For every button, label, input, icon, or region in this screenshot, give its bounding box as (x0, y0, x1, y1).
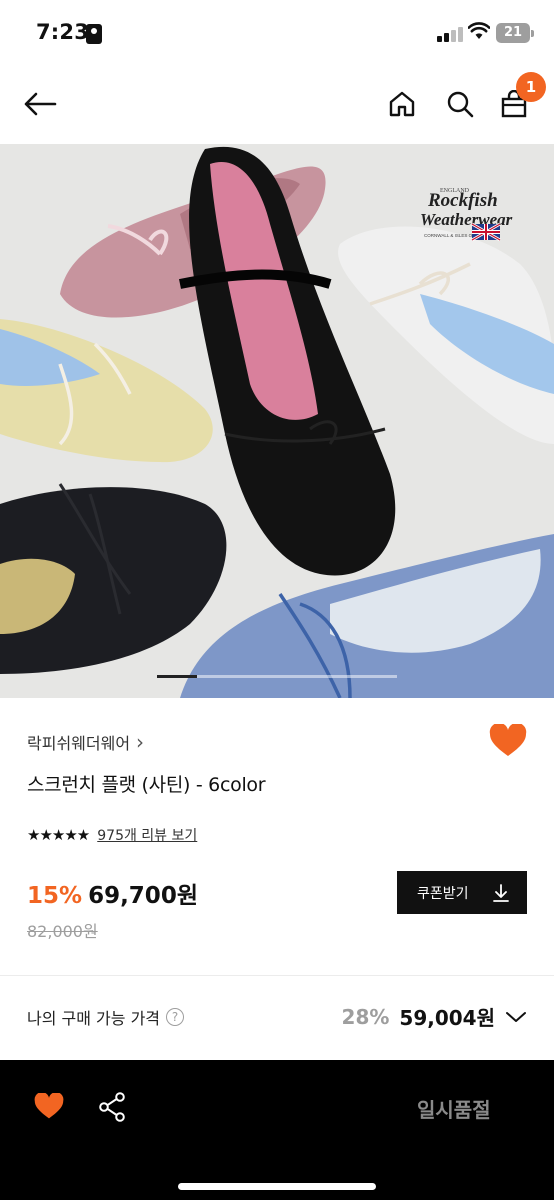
home-icon (389, 91, 415, 117)
my-discount-rate: 28% (341, 1004, 390, 1029)
share-button[interactable] (98, 1092, 126, 1126)
my-price-label: 나의 구매 가능 가격 (27, 1009, 161, 1028)
status-time: 7:23 (36, 20, 90, 44)
heart-icon (34, 1092, 64, 1119)
my-price-value: 59,004원 (399, 1006, 495, 1030)
signal-icon (437, 26, 463, 42)
battery-icon: 21 (496, 23, 534, 43)
product-photo: ENGLAND Rockfish Weatherwear CORNWALL & … (0, 144, 554, 698)
coupon-label: 쿠폰받기 (417, 885, 469, 902)
carousel-indicator (157, 675, 397, 678)
coupon-download-button[interactable]: 쿠폰받기 (397, 871, 527, 914)
top-nav: 1 (0, 64, 554, 144)
sold-out-label: 일시품절 (417, 1098, 491, 1122)
discount-rate: 15% (27, 883, 83, 909)
price-row: 15% 69,700원 (27, 876, 198, 910)
review-link[interactable]: 975개 리뷰 보기 (97, 825, 197, 845)
help-icon[interactable]: ? (166, 1008, 185, 1026)
brand-link[interactable]: 락피쉬웨더웨어 › (27, 730, 144, 754)
back-button[interactable] (20, 84, 60, 124)
search-button[interactable] (440, 84, 480, 124)
id-card-icon (86, 24, 102, 44)
star-rating: ★★★★★ (27, 826, 90, 844)
download-icon (493, 883, 509, 902)
chevron-down-icon (506, 1011, 526, 1022)
uk-flag-icon (471, 222, 501, 242)
wifi-icon (468, 22, 490, 39)
home-indicator (178, 1183, 376, 1190)
divider (0, 975, 554, 976)
status-bar: 7:23 21 (0, 0, 554, 64)
cart-button[interactable]: 1 (494, 72, 546, 124)
wishlist-button[interactable] (489, 722, 527, 762)
sale-price: 69,700원 (88, 883, 198, 909)
brand-name: 락피쉬웨더웨어 (27, 734, 131, 753)
review-row: ★★★★★ 975개 리뷰 보기 (27, 825, 197, 845)
search-icon (447, 91, 474, 118)
product-image-carousel[interactable]: ENGLAND Rockfish Weatherwear CORNWALL & … (0, 144, 554, 698)
carousel-indicator-active (157, 675, 197, 678)
my-price-toggle[interactable]: 28% 59,004원 (342, 1002, 527, 1031)
original-price: 82,000원 (27, 922, 98, 941)
bottom-wishlist-button[interactable] (34, 1092, 64, 1124)
my-price-label-row: 나의 구매 가능 가격 ? (27, 1005, 185, 1029)
chevron-right-icon: › (136, 730, 145, 754)
product-title: 스크런치 플랫 (사틴) - 6color (27, 774, 266, 796)
cart-count-badge: 1 (516, 72, 546, 102)
home-button[interactable] (382, 84, 422, 124)
share-icon (99, 1092, 125, 1122)
battery-level: 21 (503, 25, 523, 40)
bottom-action-bar: 일시품절 (0, 1060, 554, 1200)
heart-icon (489, 722, 527, 756)
arrow-left-icon (24, 92, 57, 116)
hero-logo-line1: Rockfish (427, 190, 498, 211)
